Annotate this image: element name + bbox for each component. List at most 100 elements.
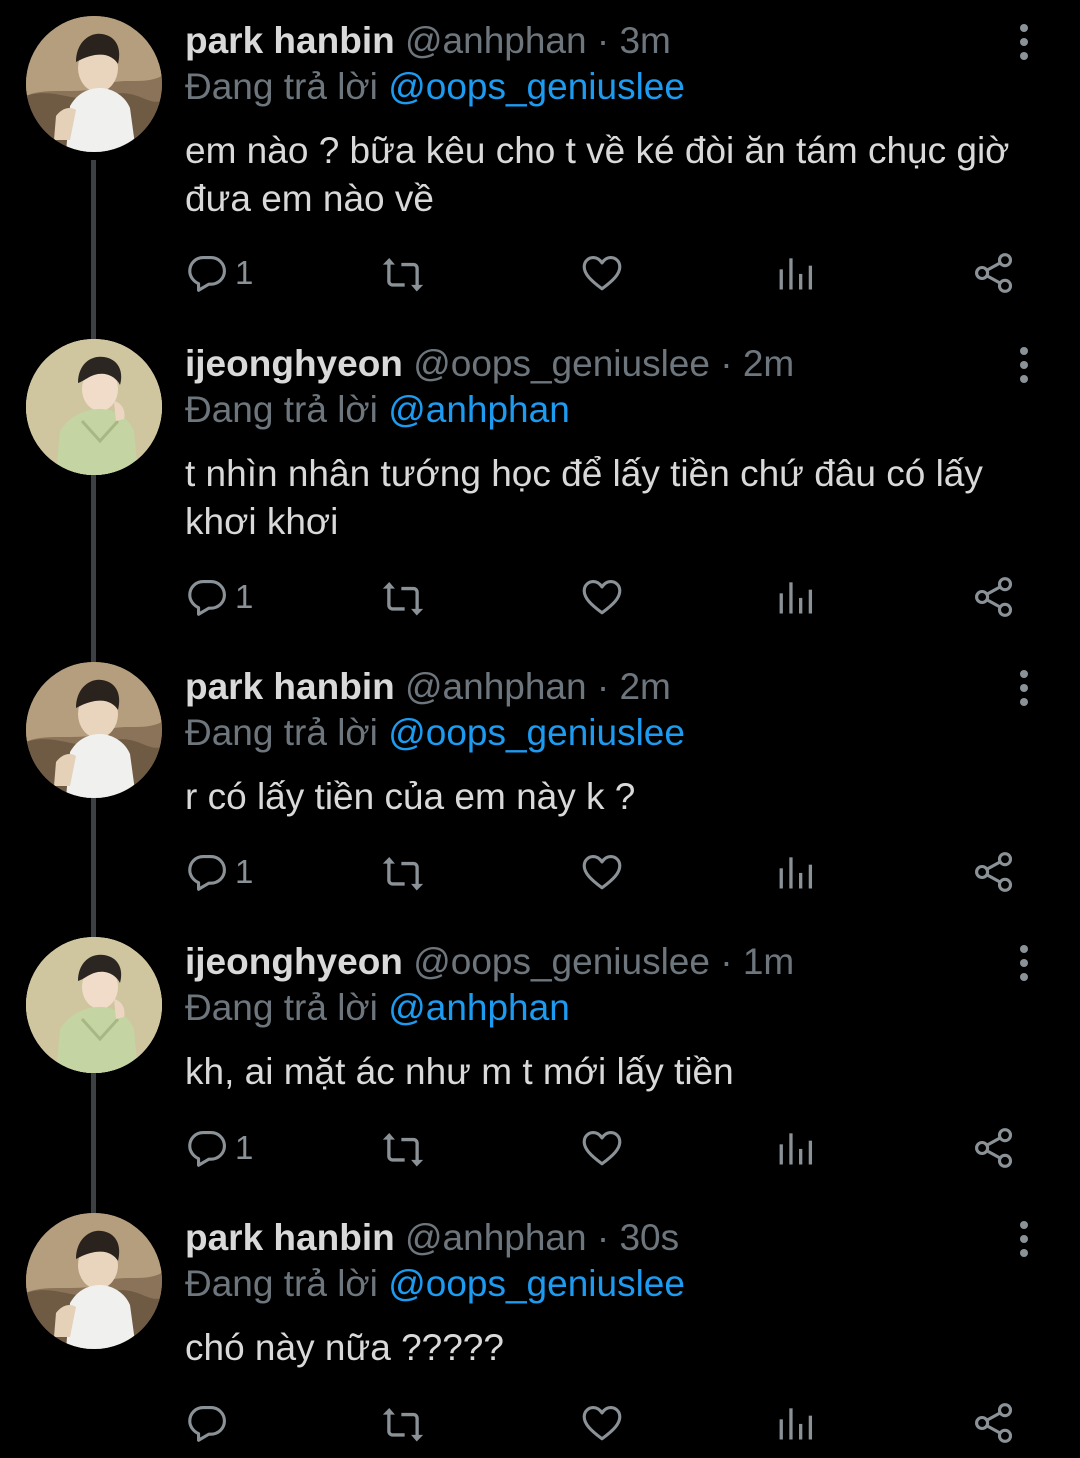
more-options-button[interactable] (1004, 941, 1044, 985)
vertical-ellipsis-icon (1004, 343, 1044, 387)
retweet-button[interactable] (381, 847, 425, 897)
bar-chart-icon (775, 850, 819, 894)
handle-and-time: @oops_geniuslee · 2m (413, 343, 795, 384)
bar-chart-icon (775, 1126, 819, 1170)
share-nodes-icon (972, 1401, 1016, 1445)
share-nodes-icon (972, 1126, 1016, 1170)
speech-bubble-icon (185, 1401, 229, 1445)
bar-chart-icon (775, 575, 819, 619)
retweet-arrows-icon (381, 1401, 425, 1445)
reply-button[interactable]: 1 (185, 572, 253, 622)
display-name[interactable]: park hanbin (185, 666, 395, 707)
tweet-text: em nào ? bữa kêu cho t về ké đòi ăn tám … (185, 130, 1010, 219)
speech-bubble-icon (185, 1126, 229, 1170)
more-options-button[interactable] (1004, 666, 1044, 710)
share-button[interactable] (972, 248, 1016, 298)
heart-outline-icon (580, 850, 624, 894)
reply-count: 1 (235, 1129, 254, 1166)
tweet-text: t nhìn nhân tướng học để lấy tiền chứ đâ… (185, 453, 983, 542)
bar-chart-icon (775, 251, 819, 295)
vertical-ellipsis-icon (1004, 20, 1044, 64)
reply-button[interactable]: 1 (185, 847, 253, 897)
like-button[interactable] (580, 1398, 624, 1448)
retweet-button[interactable] (381, 1123, 425, 1173)
share-button[interactable] (972, 847, 1016, 897)
handle-and-time: @anhphan · 30s (404, 1217, 680, 1258)
display-name[interactable]: ijeonghyeon (185, 941, 403, 982)
analytics-button[interactable] (775, 847, 819, 897)
retweet-button[interactable] (381, 248, 425, 298)
like-button[interactable] (580, 572, 624, 622)
replying-to: Đang trả lời @oops_geniuslee (185, 710, 685, 756)
display-name[interactable]: park hanbin (185, 1217, 395, 1258)
more-options-button[interactable] (1004, 343, 1044, 387)
reply-mention-link[interactable]: @anhphan (388, 987, 570, 1028)
share-button[interactable] (972, 1123, 1016, 1173)
replying-to-label: Đang trả lời (185, 66, 378, 107)
retweet-arrows-icon (381, 251, 425, 295)
tweet-header: ijeonghyeon @oops_geniuslee · 1m (185, 939, 794, 985)
reply-mention-link[interactable]: @oops_geniuslee (388, 66, 685, 107)
replying-to-label: Đang trả lời (185, 712, 378, 753)
retweet-button[interactable] (381, 572, 425, 622)
bar-chart-icon (775, 1401, 819, 1445)
more-options-button[interactable] (1004, 20, 1044, 64)
retweet-arrows-icon (381, 1126, 425, 1170)
handle-and-time: @oops_geniuslee · 1m (413, 941, 795, 982)
avatar[interactable] (26, 937, 162, 1073)
display-name[interactable]: park hanbin (185, 20, 395, 61)
share-nodes-icon (972, 850, 1016, 894)
like-button[interactable] (580, 847, 624, 897)
reply-mention-link[interactable]: @oops_geniuslee (388, 712, 685, 753)
heart-outline-icon (580, 251, 624, 295)
like-button[interactable] (580, 248, 624, 298)
avatar[interactable] (26, 1213, 162, 1349)
reply-mention-link[interactable]: @oops_geniuslee (388, 1263, 685, 1304)
reply-count: 1 (235, 578, 254, 615)
tweet-header: park hanbin @anhphan · 2m (185, 664, 671, 710)
vertical-ellipsis-icon (1004, 1217, 1044, 1261)
replying-to: Đang trả lời @oops_geniuslee (185, 64, 685, 110)
reply-mention-link[interactable]: @anhphan (388, 389, 570, 430)
retweet-arrows-icon (381, 575, 425, 619)
action-bar (185, 1398, 1045, 1448)
replying-to: Đang trả lời @oops_geniuslee (185, 1261, 685, 1307)
share-button[interactable] (972, 572, 1016, 622)
avatar[interactable] (26, 662, 162, 798)
reply-count: 1 (235, 853, 254, 890)
replying-to-label: Đang trả lời (185, 1263, 378, 1304)
reply-thread: park hanbin @anhphan · 3m Đang trả lời @… (0, 0, 1080, 1458)
vertical-ellipsis-icon (1004, 941, 1044, 985)
reply-button[interactable]: 1 (185, 1123, 253, 1173)
analytics-button[interactable] (775, 248, 819, 298)
retweet-arrows-icon (381, 850, 425, 894)
heart-outline-icon (580, 575, 624, 619)
analytics-button[interactable] (775, 572, 819, 622)
replying-to: Đang trả lời @anhphan (185, 985, 570, 1031)
speech-bubble-icon (185, 251, 229, 295)
tweet-text: chó này nữa ????? (185, 1327, 504, 1368)
like-button[interactable] (580, 1123, 624, 1173)
analytics-button[interactable] (775, 1398, 819, 1448)
vertical-ellipsis-icon (1004, 666, 1044, 710)
action-bar: 1 (185, 572, 1045, 622)
reply-button[interactable]: 1 (185, 248, 253, 298)
avatar[interactable] (26, 339, 162, 475)
retweet-button[interactable] (381, 1398, 425, 1448)
display-name[interactable]: ijeonghyeon (185, 343, 403, 384)
action-bar: 1 (185, 248, 1045, 298)
share-button[interactable] (972, 1398, 1016, 1448)
share-nodes-icon (972, 251, 1016, 295)
speech-bubble-icon (185, 575, 229, 619)
heart-outline-icon (580, 1401, 624, 1445)
speech-bubble-icon (185, 850, 229, 894)
replying-to-label: Đang trả lời (185, 987, 378, 1028)
analytics-button[interactable] (775, 1123, 819, 1173)
avatar[interactable] (26, 16, 162, 152)
reply-button[interactable] (185, 1398, 235, 1448)
tweet-header: park hanbin @anhphan · 3m (185, 18, 671, 64)
share-nodes-icon (972, 575, 1016, 619)
more-options-button[interactable] (1004, 1217, 1044, 1261)
handle-and-time: @anhphan · 3m (404, 20, 671, 61)
tweet-text: kh, ai mặt ác như m t mới lấy tiền (185, 1051, 734, 1092)
